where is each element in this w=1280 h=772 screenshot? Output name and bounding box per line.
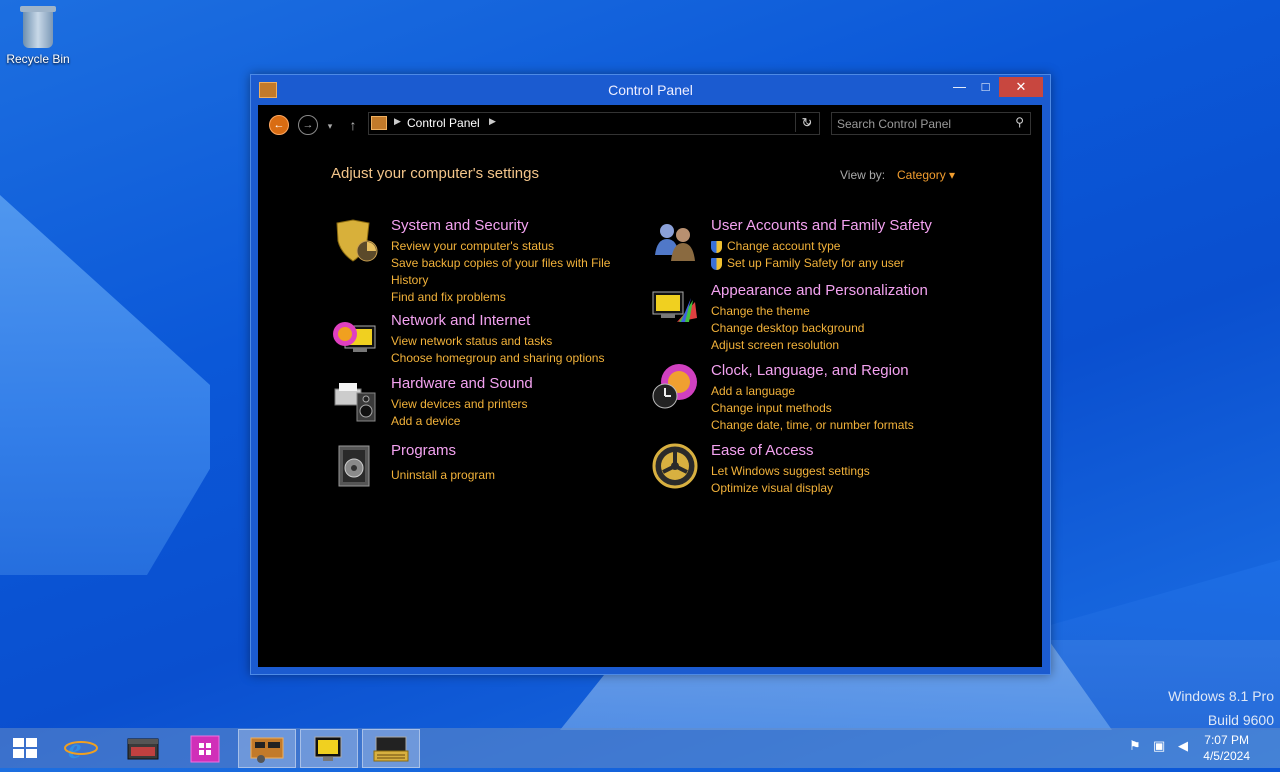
volume-muted-icon[interactable]: ◀ bbox=[1178, 738, 1188, 754]
up-button[interactable]: ↑ bbox=[344, 116, 362, 134]
category-link[interactable]: Add a device bbox=[391, 413, 621, 430]
view-by-label: View by: bbox=[840, 168, 886, 182]
windows-watermark: Windows 8.1 Pro Build 9600 bbox=[1168, 684, 1274, 732]
search-input[interactable] bbox=[835, 115, 1009, 132]
recycle-bin-icon bbox=[20, 6, 56, 48]
category-link[interactable]: Uninstall a program bbox=[391, 467, 621, 484]
keyboard-icon bbox=[373, 736, 409, 762]
address-bar[interactable]: ▶ Control Panel ▶ ⌄ bbox=[368, 112, 820, 135]
desktop-icon-recycle-bin[interactable]: Recycle Bin bbox=[6, 6, 70, 66]
wallpaper-shape bbox=[0, 195, 210, 575]
taskbar-keyboard[interactable] bbox=[362, 729, 420, 768]
search-icon[interactable]: ⚲ bbox=[1015, 115, 1024, 129]
navigation-bar: ← → ▾ ↑ ▶ Control Panel ▶ ⌄ ↻ ⚲ bbox=[258, 105, 1042, 141]
personalization-icon bbox=[314, 736, 342, 761]
category-link[interactable]: Review your computer's status bbox=[391, 238, 621, 255]
users-icon[interactable] bbox=[651, 217, 699, 265]
title-bar[interactable]: Control Panel — □ ✕ bbox=[251, 75, 1050, 105]
category-link[interactable]: Choose homegroup and sharing options bbox=[391, 350, 621, 367]
view-by-dropdown[interactable]: Category ▾ bbox=[897, 168, 955, 182]
watermark-edition: Windows 8.1 Pro bbox=[1168, 688, 1274, 704]
category-link[interactable]: Change the theme bbox=[711, 303, 941, 320]
globe-network-icon[interactable] bbox=[331, 312, 379, 360]
internet-explorer-icon: e bbox=[64, 732, 98, 765]
breadcrumb-control-panel[interactable]: Control Panel bbox=[407, 116, 480, 130]
category-link[interactable]: Change date, time, or number formats bbox=[711, 417, 941, 434]
chevron-right-icon[interactable]: ▶ bbox=[489, 116, 496, 127]
file-explorer-icon bbox=[127, 738, 159, 760]
category-link[interactable]: Set up Family Safety for any user bbox=[711, 255, 941, 272]
category-link[interactable]: View network status and tasks bbox=[391, 333, 621, 350]
svg-text:e: e bbox=[68, 732, 81, 765]
control-panel-icon bbox=[371, 116, 387, 130]
category-link[interactable]: Save backup copies of your files with Fi… bbox=[391, 255, 621, 289]
clock-globe-icon[interactable] bbox=[651, 362, 699, 410]
category-link[interactable]: Change input methods bbox=[711, 400, 941, 417]
refresh-button[interactable]: ↻ bbox=[795, 113, 818, 132]
desktop-icon-label: Recycle Bin bbox=[6, 52, 70, 66]
clock-date: 4/5/2024 bbox=[1203, 749, 1250, 763]
taskbar-control-panel[interactable] bbox=[238, 729, 296, 768]
page-title: Adjust your computer's settings bbox=[331, 165, 539, 182]
category-link[interactable]: Find and fix problems bbox=[391, 289, 621, 306]
recent-locations-button[interactable]: ▾ bbox=[324, 117, 336, 131]
close-button[interactable]: ✕ bbox=[999, 77, 1043, 97]
store-icon bbox=[190, 735, 220, 763]
view-by-value: Category bbox=[897, 168, 946, 182]
category-title[interactable]: Programs bbox=[391, 442, 456, 459]
category-title[interactable]: Clock, Language, and Region bbox=[711, 362, 909, 379]
category-title[interactable]: User Accounts and Family Safety bbox=[711, 217, 932, 234]
start-icon bbox=[13, 738, 37, 758]
control-panel-window: Control Panel — □ ✕ ← → ▾ ↑ ▶ Control Pa… bbox=[250, 74, 1051, 675]
programs-icon[interactable] bbox=[331, 442, 379, 490]
clock-time: 7:07 PM bbox=[1204, 733, 1249, 747]
category-title[interactable]: Appearance and Personalization bbox=[711, 282, 928, 299]
category-link[interactable]: Optimize visual display bbox=[711, 480, 941, 497]
ease-of-access-icon[interactable] bbox=[651, 442, 699, 490]
display-palette-icon[interactable] bbox=[651, 282, 699, 330]
network-icon[interactable]: ▣ bbox=[1153, 738, 1165, 754]
category-link[interactable]: Let Windows suggest settings bbox=[711, 463, 941, 480]
chevron-right-icon[interactable]: ▶ bbox=[394, 116, 401, 127]
category-title[interactable]: Ease of Access bbox=[711, 442, 814, 459]
category-title[interactable]: System and Security bbox=[391, 217, 529, 234]
taskbar: e ⚑ ▣ ◀ 7:07 PM 4/5/2024 bbox=[0, 728, 1280, 768]
search-box[interactable]: ⚲ bbox=[831, 112, 1031, 135]
control-panel-icon bbox=[250, 737, 284, 763]
taskbar-internet-explorer[interactable]: e bbox=[54, 729, 110, 766]
category-title[interactable]: Network and Internet bbox=[391, 312, 530, 329]
start-button[interactable] bbox=[5, 729, 45, 766]
category-link[interactable]: View devices and printers bbox=[391, 396, 621, 413]
taskbar-file-explorer[interactable] bbox=[115, 729, 171, 766]
maximize-button[interactable]: □ bbox=[972, 77, 999, 97]
minimize-button[interactable]: — bbox=[946, 77, 973, 97]
category-link[interactable]: Change account type bbox=[711, 238, 941, 255]
forward-button[interactable]: → bbox=[298, 115, 318, 135]
action-center-flag-icon[interactable]: ⚑ bbox=[1129, 738, 1141, 754]
category-title[interactable]: Hardware and Sound bbox=[391, 375, 533, 392]
taskbar-store[interactable] bbox=[177, 729, 233, 766]
back-button[interactable]: ← bbox=[269, 115, 289, 135]
shield-icon[interactable] bbox=[331, 217, 379, 265]
category-link[interactable]: Change desktop background bbox=[711, 320, 941, 337]
window-title: Control Panel bbox=[608, 82, 693, 98]
printer-speaker-icon[interactable] bbox=[331, 375, 379, 423]
system-clock[interactable]: 7:07 PM 4/5/2024 bbox=[1203, 732, 1250, 764]
category-link[interactable]: Add a language bbox=[711, 383, 941, 400]
category-link[interactable]: Adjust screen resolution bbox=[711, 337, 941, 354]
taskbar-personalization[interactable] bbox=[300, 729, 358, 768]
window-content: ← → ▾ ↑ ▶ Control Panel ▶ ⌄ ↻ ⚲ Adjust y… bbox=[258, 105, 1042, 667]
